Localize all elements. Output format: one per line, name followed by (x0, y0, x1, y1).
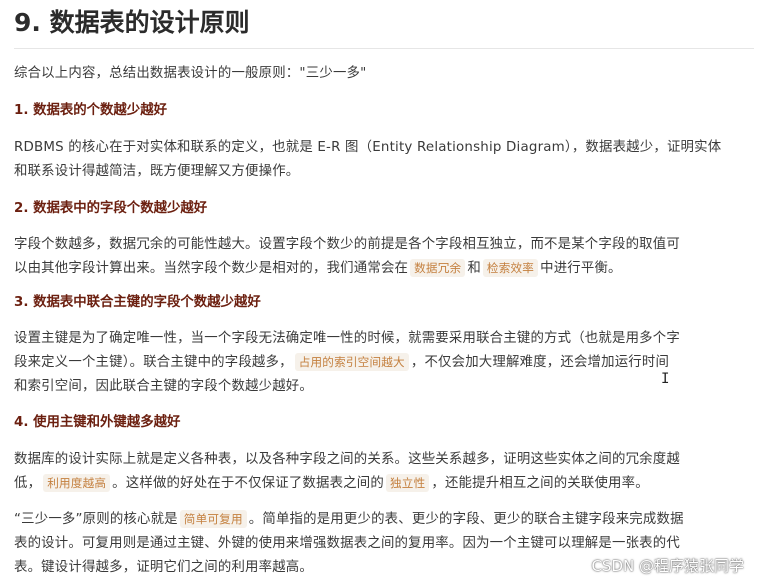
section-paragraph-2: 字段个数越多，数据冗余的可能性越大。设置字段个数少的前提是各个字段相互独立，而不… (14, 233, 754, 281)
text-run: 。简单指的是用更少的表、更少的字段、更少的联合主键字段来完成数据 (248, 512, 684, 527)
title-divider (14, 48, 754, 49)
text-run: 。这样做的好处在于不仅保证了数据表之间的 (112, 476, 384, 491)
text-run: 以由其他字段计算出来。当然字段个数少是相对的，我们通常会在 (14, 261, 409, 276)
section-heading-1: 1. 数据表的个数越少越好 (14, 103, 167, 118)
highlight-data-redundancy: 数据冗余 (410, 259, 466, 277)
intro-paragraph: 综合以上内容，总结出数据表设计的一般原则："三少一多" (14, 62, 754, 86)
paragraph-line: 字段个数越多，数据冗余的可能性越大。设置字段个数少的前提是各个字段相互独立，而不… (14, 237, 680, 252)
text-cursor-icon: I (661, 371, 670, 387)
paragraph-line: 和索引空间，因此联合主键的字段个数越少越好。 (14, 379, 313, 394)
paragraph-line: 段来定义一个主键）。联合主键中的字段越多， 占用的索引空间越大 ，不仅会加大理解难度… (14, 351, 754, 375)
document-page: 9. 数据表的设计原则 综合以上内容，总结出数据表设计的一般原则："三少一多" … (0, 0, 758, 585)
csdn-watermark: CSDN @程序猿张同学 (591, 557, 744, 575)
highlight-independence: 独立性 (385, 474, 430, 492)
paragraph-line: 以由其他字段计算出来。当然字段个数少是相对的，我们通常会在 数据冗余和检索效率 中进… (14, 257, 754, 281)
paragraph-line: 表的设计。可复用则是通过主键、外键的使用来增强数据表之间的复用率。因为一个主键可… (14, 536, 680, 551)
highlight-utilization: 利用度越高 (43, 474, 111, 492)
highlight-simple-reusable: 简单可复用 (179, 510, 247, 528)
text-run: “三少一多”原则的核心就是 (14, 512, 178, 527)
text-run: ，还能提升相互之间的关联使用率。 (431, 476, 649, 491)
text-run: 低， (14, 476, 42, 491)
text-run: 和 (467, 261, 481, 276)
intro-text: 综合以上内容，总结出数据表设计的一般原则："三少一多" (14, 66, 367, 81)
paragraph-line: 设置主键是为了确定唯一性，当一个字段无法确定唯一性的时候，就需要采用联合主键的方… (14, 331, 680, 346)
section-heading-4: 4. 使用主键和外键越多越好 (14, 415, 181, 430)
highlight-retrieval-efficiency: 检索效率 (482, 259, 539, 277)
section-paragraph-4: 数据库的设计实际上就是定义各种表，以及各种字段之间的关系。这些关系越多，证明这些… (14, 448, 754, 496)
highlight-index-space: 占用的索引空间越大 (294, 353, 409, 371)
paragraph-line: 和联系设计得越简洁，既方便理解又方便操作。 (14, 164, 300, 179)
section-heading-3: 3. 数据表中联合主键的字段个数越少越好 (14, 295, 261, 310)
paragraph-line: 数据库的设计实际上就是定义各种表，以及各种字段之间的关系。这些关系越多，证明这些… (14, 452, 680, 467)
paragraph-line: 低， 利用度越高 。这样做的好处在于不仅保证了数据表之间的 独立性 ，还能提升相互之间的… (14, 472, 754, 496)
text-run: 中进行平衡。 (540, 261, 622, 276)
paragraph-line: RDBMS 的核心在于对实体和联系的定义，也就是 E-R 图（Entity Re… (14, 140, 722, 155)
text-run: ，不仅会加大理解难度，还会增加运行时间 (410, 355, 670, 370)
page-title: 9. 数据表的设计原则 (14, 8, 250, 37)
section-paragraph-3: 设置主键是为了确定唯一性，当一个字段无法确定唯一性的时候，就需要采用联合主键的方… (14, 327, 754, 399)
section-heading-2: 2. 数据表中的字段个数越少越好 (14, 201, 208, 216)
paragraph-line: “三少一多”原则的核心就是 简单可复用 。简单指的是用更少的表、更少的字段、更少的联… (14, 508, 754, 532)
section-paragraph-1: RDBMS 的核心在于对实体和联系的定义，也就是 E-R 图（Entity Re… (14, 136, 754, 184)
text-run: 段来定义一个主键）。联合主键中的字段越多， (14, 355, 293, 370)
